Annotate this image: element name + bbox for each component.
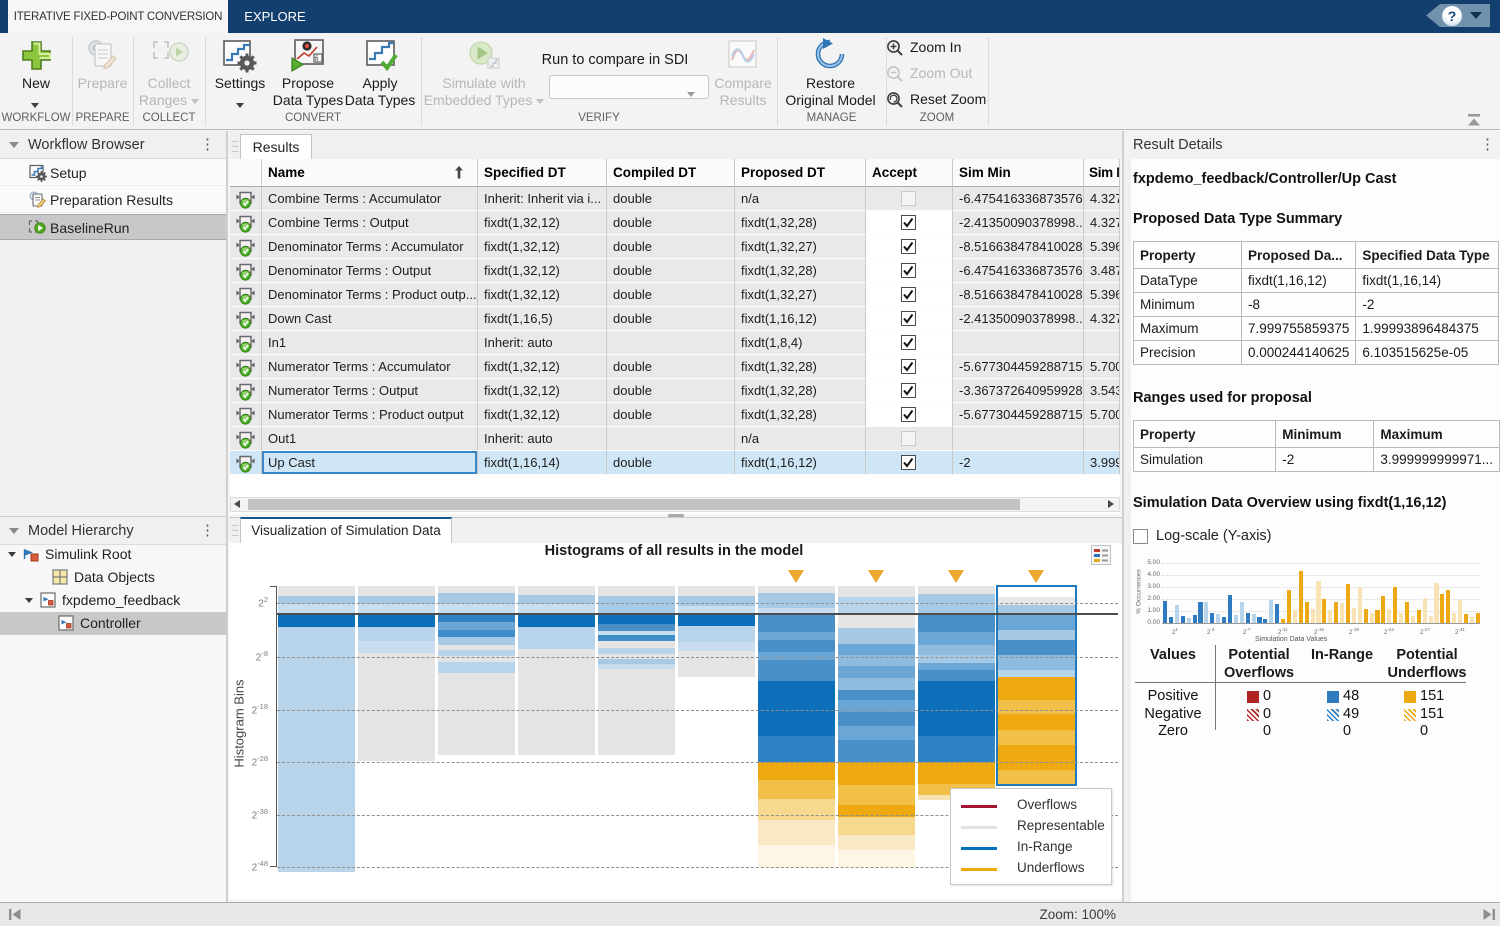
svg-text:·: ·: [157, 45, 159, 52]
svg-text:fi: fi: [315, 56, 319, 63]
